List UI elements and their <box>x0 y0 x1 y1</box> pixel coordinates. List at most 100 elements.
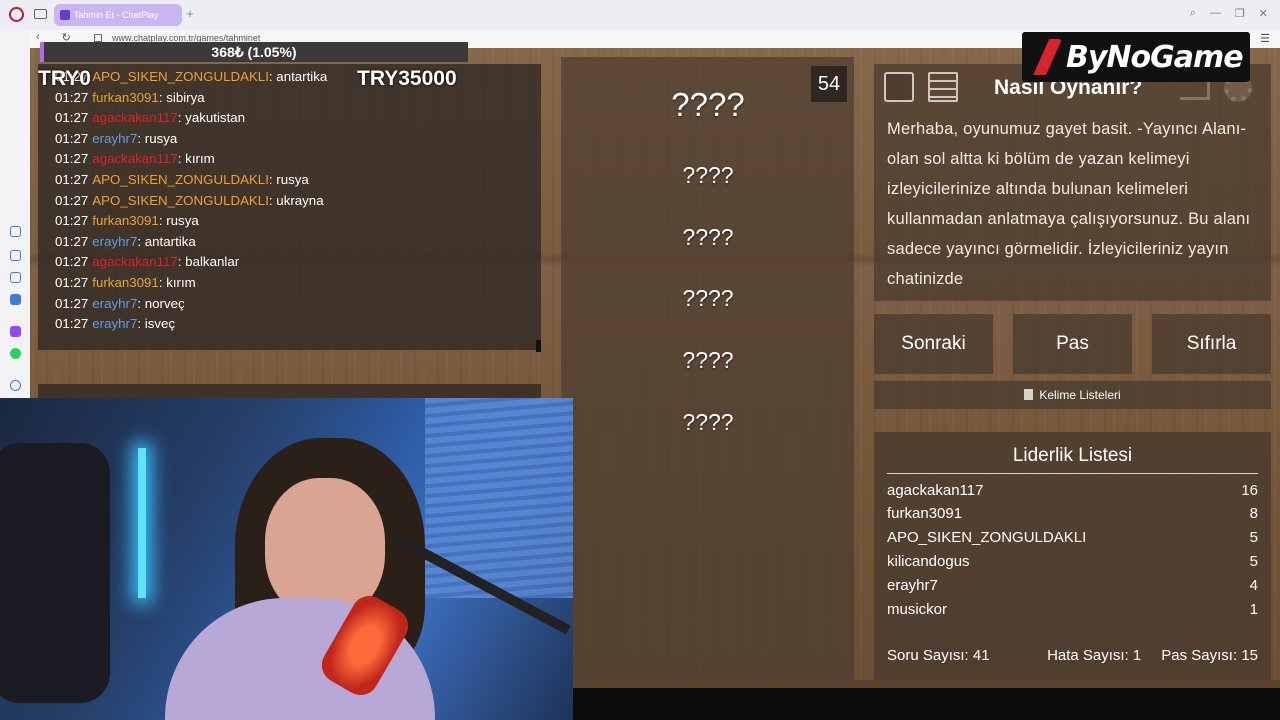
chat-username[interactable]: APO_SIKEN_ZONGULDAKLI <box>92 172 269 187</box>
webcam-feed <box>0 398 573 720</box>
bynogame-logo: ByNoGame <box>1022 32 1250 82</box>
chat-username[interactable]: APO_SIKEN_ZONGULDAKLI <box>92 193 269 208</box>
next-button[interactable]: Sonraki <box>874 314 993 374</box>
chat-message: 01:27 agackakan117: kırım <box>55 149 327 170</box>
chat-time: 01:27 <box>55 89 89 105</box>
menu-icon[interactable]: ☰ <box>1260 32 1270 45</box>
target-word: ???? <box>671 86 745 123</box>
leaderboard-row: APO_SIKEN_ZONGULDAKLI 5 <box>887 529 1258 551</box>
error-count: Hata Sayısı: 1 <box>1047 647 1142 664</box>
leaderboard-name: agackakan117 <box>887 482 984 499</box>
address-tools: ☰ <box>1260 32 1270 45</box>
leaderboard-row: furkan3091 8 <box>887 505 1258 527</box>
chat-username[interactable]: agackakan117 <box>92 110 178 125</box>
pass-button[interactable]: Pas <box>1013 314 1132 374</box>
donation-goal-bar: 368₺ (1.05%) <box>40 42 468 62</box>
forbidden-word: ???? <box>682 347 734 373</box>
chat-text: : rusya <box>268 171 309 187</box>
question-count: Soru Sayısı: 41 <box>887 647 990 664</box>
leaderboard-score: 5 <box>1249 529 1258 546</box>
search-icon[interactable]: ⌕ <box>1190 7 1196 20</box>
leaderboard-title: Liderlik Listesi <box>887 445 1258 474</box>
workspace-icon[interactable] <box>34 9 47 19</box>
how-to-play-text: Merhaba, oyunumuz gayet basit. -Yayıncı … <box>887 120 1251 288</box>
chatplay-favicon-icon <box>60 10 70 20</box>
game-stats: Soru Sayısı: 41 Hata Sayısı: 1 Pas Sayıs… <box>887 647 1258 664</box>
close-icon[interactable]: ✕ <box>1259 7 1268 20</box>
chat-message: 01:27 erayhr7: isveç <box>55 314 327 335</box>
lock-icon[interactable] <box>94 34 102 42</box>
leaderboard-score: 5 <box>1249 553 1258 570</box>
chat-message: 01:27 erayhr7: antartika <box>55 232 327 253</box>
browser-tab-bar: Tahmin Et - ChatPlay + ⌕ — ❐ ✕ <box>0 0 1280 30</box>
chat-username[interactable]: agackakan117 <box>92 254 178 269</box>
sidebar-notes-icon[interactable] <box>10 272 21 283</box>
sidebar-ai-icon[interactable] <box>10 250 21 261</box>
word-list-icon <box>1024 389 1034 400</box>
chat-text: : balkanlar <box>177 254 240 270</box>
leaderboard-name: furkan3091 <box>887 505 963 522</box>
sidebar-messenger-icon[interactable] <box>10 226 21 237</box>
minimize-icon[interactable]: — <box>1210 7 1221 20</box>
restore-icon[interactable]: ❐ <box>1235 7 1245 20</box>
chat-text: : kırım <box>177 151 215 167</box>
sidebar-whatsapp-icon[interactable] <box>10 348 21 359</box>
browser-tab-active[interactable]: Tahmin Et - ChatPlay <box>54 4 182 26</box>
chat-message: 01:27 APO_SIKEN_ZONGULDAKLI: rusya <box>55 170 327 191</box>
bottom-bar <box>573 688 1280 720</box>
chat-scrollbar[interactable] <box>536 340 541 352</box>
chat-text: : rusya <box>137 130 178 146</box>
browser-sidebar <box>0 30 30 398</box>
chat-username[interactable]: erayhr7 <box>92 234 137 249</box>
leaderboard-name: erayhr7 <box>887 577 938 594</box>
chat-text: : ukrayna <box>268 192 324 208</box>
chat-username[interactable]: furkan3091 <box>92 213 159 228</box>
goal-start-label: TRY0 <box>38 67 91 90</box>
chat-message: 01:27 erayhr7: rusya <box>55 129 327 150</box>
chat-text: : kırım <box>158 274 196 290</box>
leaderboard-name: kilicandogus <box>887 553 970 570</box>
chat-username[interactable]: erayhr7 <box>92 296 137 311</box>
opera-logo-icon[interactable] <box>9 7 24 22</box>
chat-text: : yakutistan <box>177 110 246 126</box>
chat-username[interactable]: APO_SIKEN_ZONGULDAKLI <box>92 69 269 84</box>
how-to-tools <box>884 72 958 102</box>
chat-username[interactable]: furkan3091 <box>92 90 159 105</box>
chat-text: : rusya <box>158 213 199 229</box>
led-light <box>138 448 146 598</box>
window-controls: ⌕ — ❐ ✕ <box>1190 7 1268 20</box>
donation-goal-text: 368₺ (1.05%) <box>211 44 297 60</box>
forbidden-word: ???? <box>682 409 734 435</box>
chat-username[interactable]: furkan3091 <box>92 275 159 290</box>
chat-message: 01:27 erayhr7: norveç <box>55 294 327 315</box>
sidebar-history-icon[interactable] <box>10 380 21 391</box>
chat-message: 01:27 furkan3091: kırım <box>55 273 327 294</box>
chat-time: 01:27 <box>55 254 89 270</box>
leaderboard-row: erayhr7 4 <box>887 577 1258 599</box>
chat-username[interactable]: agackakan117 <box>92 151 178 166</box>
new-tab-button[interactable]: + <box>183 6 197 22</box>
bottom-wood-strip <box>573 680 1280 688</box>
timer-badge: 54 <box>811 66 847 102</box>
chat-time: 01:27 <box>55 274 89 290</box>
document-icon[interactable] <box>928 72 958 102</box>
sidebar-twitch-icon[interactable] <box>10 326 21 337</box>
leaderboard-name: APO_SIKEN_ZONGULDAKLI <box>887 529 1087 546</box>
sidebar-mail-icon[interactable] <box>10 294 21 305</box>
chat-time: 01:27 <box>55 316 89 332</box>
chat-text: : antartika <box>137 233 196 249</box>
chat-username[interactable]: erayhr7 <box>92 316 137 331</box>
word-lists-button[interactable]: Kelime Listeleri <box>874 381 1271 409</box>
chat-time: 01:27 <box>55 192 89 208</box>
chat-text: : antartika <box>268 69 328 84</box>
chat-username[interactable]: erayhr7 <box>92 131 137 146</box>
leaderboard-name: musickor <box>887 601 948 618</box>
reset-button[interactable]: Sıfırla <box>1152 314 1271 374</box>
leaderboard-row: kilicandogus 5 <box>887 553 1258 575</box>
chat-text: : isveç <box>137 316 176 332</box>
forbidden-word: ???? <box>682 224 734 250</box>
chat-time: 01:27 <box>55 233 89 249</box>
leaderboard-row: agackakan117 16 <box>887 482 1258 504</box>
fullscreen-icon[interactable] <box>884 72 914 102</box>
chat-message: 01:27 furkan3091: sibirya <box>55 88 327 109</box>
